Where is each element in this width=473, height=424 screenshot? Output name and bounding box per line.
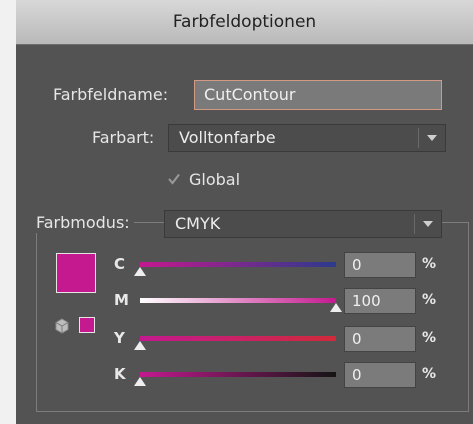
channel-slider-m[interactable] bbox=[140, 298, 336, 303]
slider-thumb-k[interactable] bbox=[134, 377, 146, 386]
color-mode-select[interactable]: CMYK bbox=[164, 210, 442, 238]
global-label: Global bbox=[189, 170, 241, 189]
percent-sign: % bbox=[422, 256, 437, 272]
dialog-title: Farbfeldoptionen bbox=[172, 12, 317, 32]
color-type-label: Farbart: bbox=[92, 128, 155, 147]
chevron-down-icon bbox=[427, 135, 437, 141]
swatch-name-label: Farbfeldname: bbox=[53, 85, 169, 104]
slider-thumb-m[interactable] bbox=[330, 303, 342, 312]
channel-slider-y[interactable] bbox=[140, 336, 336, 341]
color-mode-label: Farbmodus: bbox=[32, 213, 134, 233]
global-checkbox[interactable] bbox=[167, 172, 181, 186]
channel-value-c[interactable]: 0 bbox=[344, 252, 416, 278]
channel-label-m: M bbox=[114, 291, 129, 309]
select-divider bbox=[414, 214, 415, 234]
channel-label-k: K bbox=[114, 365, 126, 383]
channel-label-y: Y bbox=[114, 329, 125, 347]
channel-slider-c[interactable] bbox=[140, 262, 336, 267]
channel-value-y[interactable]: 0 bbox=[344, 326, 416, 352]
color-preview-swatch bbox=[56, 253, 96, 293]
chevron-down-icon bbox=[423, 221, 433, 227]
out-of-gamut-cube-icon[interactable] bbox=[54, 318, 70, 334]
percent-sign: % bbox=[422, 366, 437, 382]
slider-thumb-y[interactable] bbox=[134, 341, 146, 350]
gamut-color-swatch[interactable] bbox=[79, 317, 95, 333]
swatch-options-dialog: Farbfeldoptionen Farbfeldname: CutContou… bbox=[16, 0, 473, 424]
slider-thumb-c[interactable] bbox=[134, 267, 146, 276]
color-type-select[interactable]: Volltonfarbe bbox=[168, 124, 446, 152]
color-type-value: Volltonfarbe bbox=[179, 128, 276, 147]
percent-sign: % bbox=[422, 330, 437, 346]
percent-sign: % bbox=[422, 292, 437, 308]
channel-slider-k[interactable] bbox=[140, 372, 336, 377]
dialog-titlebar: Farbfeldoptionen bbox=[16, 0, 473, 45]
channel-value-k[interactable]: 0 bbox=[344, 362, 416, 388]
channel-label-c: C bbox=[114, 255, 126, 273]
color-mode-value: CMYK bbox=[175, 214, 221, 233]
select-divider bbox=[418, 128, 419, 148]
swatch-name-input[interactable]: CutContour bbox=[194, 80, 442, 110]
channel-value-m[interactable]: 100 bbox=[344, 288, 416, 314]
